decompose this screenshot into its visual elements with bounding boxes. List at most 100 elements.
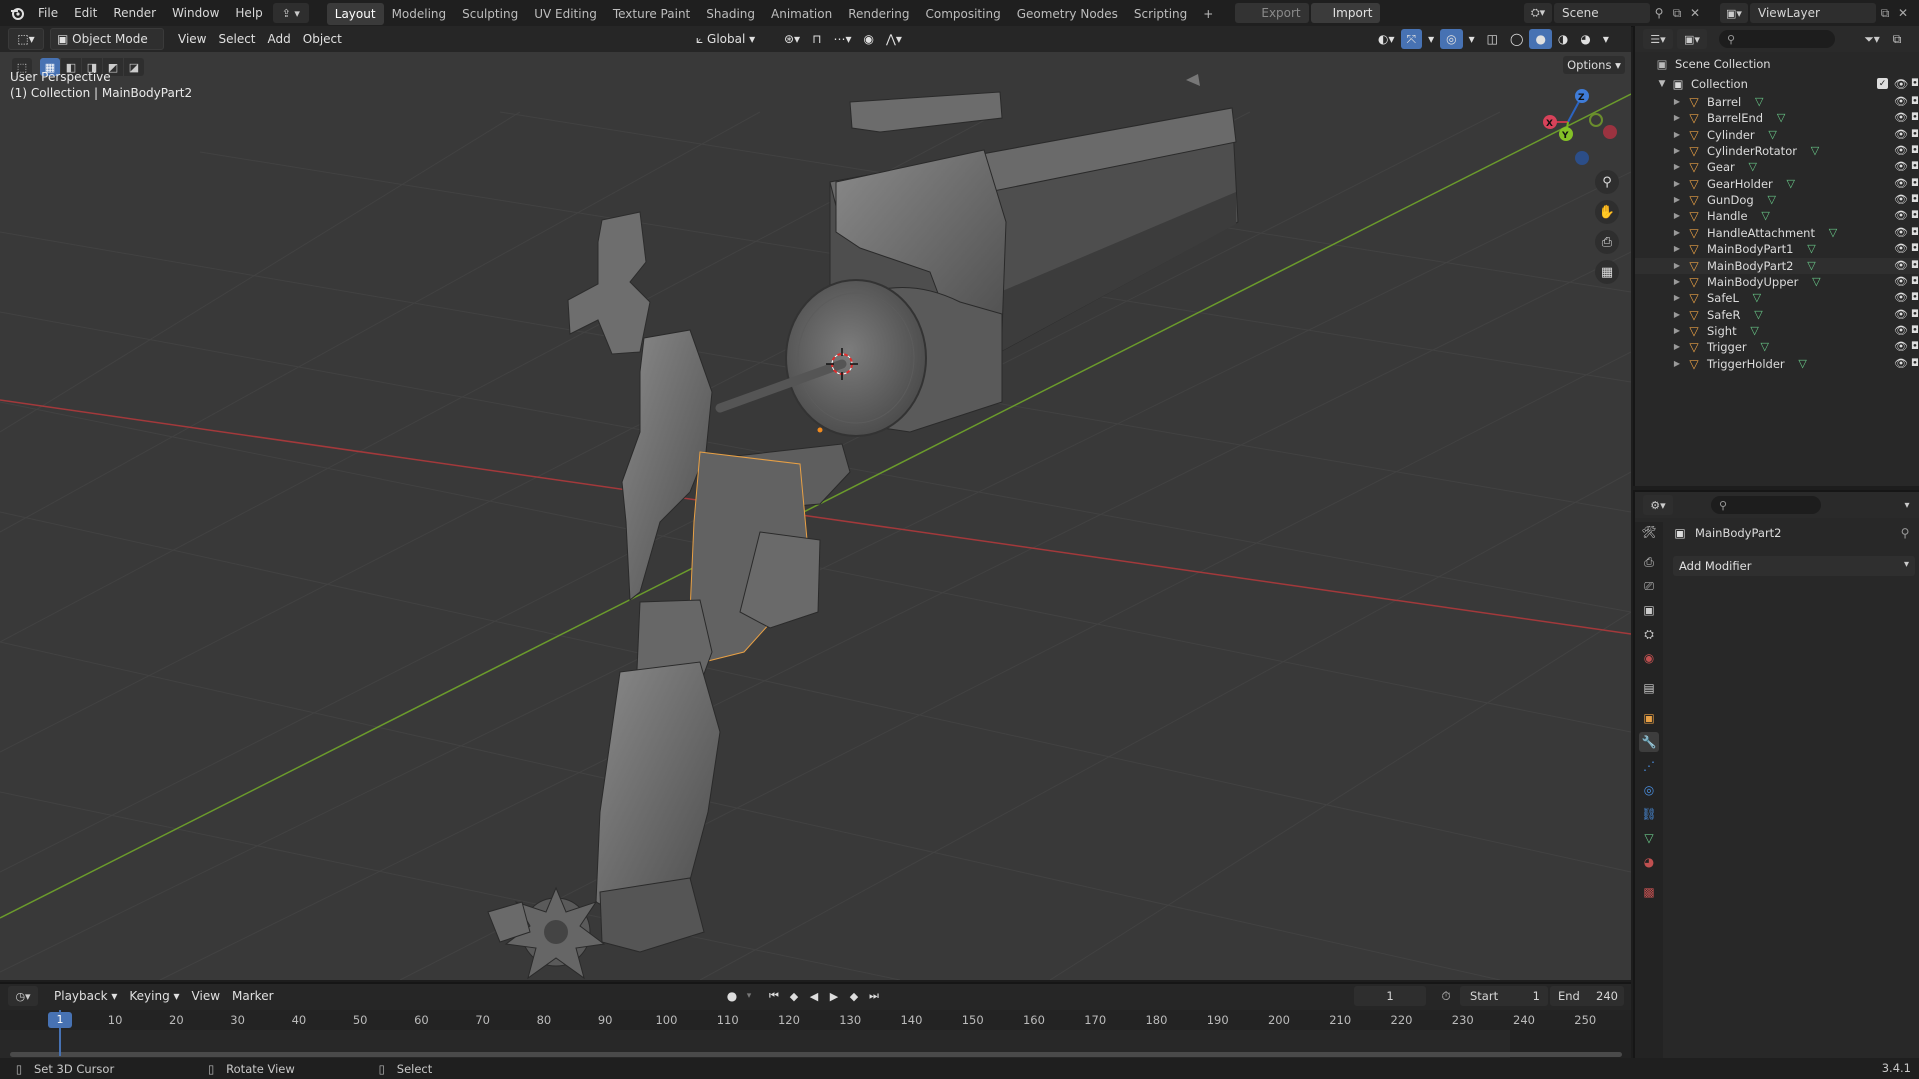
revolver-model[interactable] [487,74,1239,980]
physics-tab-icon[interactable]: ◎ [1639,780,1659,800]
timeline-scrollbar[interactable] [10,1052,1622,1057]
rendered-shading-icon[interactable]: ◕ [1574,29,1596,49]
start-frame-field[interactable]: Start 1 [1460,986,1548,1006]
menu-view[interactable]: View [172,29,212,49]
tool-tab-icon[interactable]: 🛠 [1639,522,1659,542]
render-camera-icon[interactable]: ◘ [1909,339,1919,355]
properties-options-icon[interactable]: ▾ [1899,495,1915,515]
blender-logo-icon[interactable] [4,0,30,26]
render-camera-icon[interactable]: ◘ [1909,290,1919,306]
visibility-eye-icon[interactable]: 👁 [1893,290,1909,306]
pivot-point-icon[interactable]: ⊛▾ [778,29,806,49]
tab-geometry-nodes[interactable]: Geometry Nodes [1009,3,1126,25]
next-keyframe-icon[interactable]: ◆ [844,986,864,1006]
render-camera-icon[interactable]: ◘ [1909,356,1919,372]
render-camera-icon[interactable]: ◘ [1909,192,1919,208]
tab-layout[interactable]: Layout [326,3,384,25]
current-frame-field[interactable]: 1 [1354,986,1426,1006]
render-camera-icon[interactable]: ◘ [1909,159,1919,175]
timeline-editor-icon[interactable]: ◷▾ [8,986,38,1006]
expand-arrow-icon[interactable]: ▶ [1673,225,1681,241]
visibility-eye-icon[interactable]: 👁 [1893,225,1909,241]
properties-editor-icon[interactable]: ⚙▾ [1643,495,1673,515]
collection-visibility-icon[interactable]: 👁 [1893,74,1909,94]
outliner-editor-icon[interactable]: ☰▾ [1643,29,1673,49]
visibility-eye-icon[interactable]: 👁 [1893,339,1909,355]
tab-compositing[interactable]: Compositing [917,3,1008,25]
visibility-eye-icon[interactable]: 👁 [1893,192,1909,208]
orientation-dropdown[interactable]: ⟀ Global ▾ [690,29,772,49]
viewport-canvas[interactable]: Z X Y [0,52,1631,980]
import-button[interactable]: Import [1310,3,1381,23]
add-modifier-dropdown[interactable]: Add Modifier ▾ [1673,556,1915,576]
menu-edit[interactable]: Edit [66,0,105,26]
material-shading-icon[interactable]: ◑ [1552,29,1574,49]
outliner-item-handle[interactable]: ▶ ▽ Handle ▽ 👁 ◘ [1635,208,1919,224]
visibility-eye-icon[interactable]: 👁 [1893,307,1909,323]
outliner-item-mainbodyupper[interactable]: ▶ ▽ MainBodyUpper ▽ 👁 ◘ [1635,274,1919,290]
data-tab-icon[interactable]: ▽ [1639,828,1659,848]
collection-tab-icon[interactable]: ▤ [1639,678,1659,698]
select-intersect-icon[interactable]: ◪ [124,58,144,76]
menu-file[interactable]: File [30,0,66,26]
visibility-eye-icon[interactable]: 👁 [1893,94,1909,110]
shading-dropdown-icon[interactable]: ▾ [1597,29,1615,49]
display-mode-icon[interactable]: ▣▾ [1677,29,1707,49]
cylinder-face[interactable] [785,279,927,437]
expand-arrow-icon[interactable]: ▶ [1673,274,1681,290]
outliner-search-input[interactable]: ⚲ [1719,30,1835,48]
render-camera-icon[interactable]: ◘ [1909,323,1919,339]
filter-icon[interactable]: ⏷▾ [1857,29,1887,49]
gizmo-neg-y[interactable] [1589,113,1603,127]
view-layer-tab-icon[interactable]: ▣ [1639,600,1659,620]
collection-checkbox[interactable]: ✓ [1877,78,1888,89]
handle-attachment-mesh[interactable] [599,877,705,953]
outliner-item-handleattachment[interactable]: ▶ ▽ HandleAttachment ▽ 👁 ◘ [1635,225,1919,241]
tab-uv-editing[interactable]: UV Editing [526,3,605,25]
object-tab-icon[interactable]: ▣ [1639,708,1659,728]
play-reverse-icon[interactable]: ◀ [804,986,824,1006]
snap-target-icon[interactable]: ⋯▾ [827,29,857,49]
tab-sculpting[interactable]: Sculpting [454,3,526,25]
new-collection-icon[interactable]: ⧉ [1887,29,1907,49]
render-camera-icon[interactable]: ◘ [1909,241,1919,257]
pin-icon[interactable]: ⚲ [1650,3,1668,23]
expand-arrow-icon[interactable]: ▶ [1673,143,1681,159]
visibility-eye-icon[interactable]: 👁 [1893,356,1909,372]
prev-keyframe-icon[interactable]: ◆ [784,986,804,1006]
tab-modeling[interactable]: Modeling [384,3,455,25]
editor-type-icon[interactable]: ⬚▾ [8,28,44,50]
gizmo-neg-x[interactable] [1603,125,1617,139]
jump-start-icon[interactable]: ⏮ [764,986,784,1006]
collection-render-icon[interactable]: ◘ [1909,74,1919,94]
scene-tab-icon[interactable]: ⛭ [1639,624,1659,644]
gizmo-toggle-icon[interactable]: ⤧ [1400,29,1423,49]
visibility-eye-icon[interactable]: 👁 [1893,143,1909,159]
gizmo-neg-z[interactable] [1575,151,1589,165]
ortho-toggle-icon[interactable]: ▦ [1595,260,1619,284]
expand-arrow-icon[interactable]: ▶ [1673,258,1681,274]
zoom-icon[interactable]: ⚲ [1595,170,1619,194]
expand-arrow-icon[interactable]: ▶ [1673,356,1681,372]
particles-tab-icon[interactable]: ⋰ [1639,756,1659,776]
material-tab-icon[interactable]: ◕ [1639,852,1659,872]
visibility-eye-icon[interactable]: 👁 [1893,159,1909,175]
pan-hand-icon[interactable]: ✋ [1595,200,1619,224]
record-options-icon[interactable]: ▾ [742,986,756,1006]
outliner-item-barrel[interactable]: ▶ ▽ Barrel ▽ 👁 ◘ [1635,94,1919,110]
sight-mesh[interactable] [849,91,1003,133]
menu-object[interactable]: Object [297,29,348,49]
falloff-icon[interactable]: ⋀▾ [880,29,908,49]
record-icon[interactable]: ● [722,986,742,1006]
outliner-item-gear[interactable]: ▶ ▽ Gear ▽ 👁 ◘ [1635,159,1919,175]
render-camera-icon[interactable]: ◘ [1909,110,1919,126]
render-camera-icon[interactable]: ◘ [1909,94,1919,110]
expand-arrow-icon[interactable]: ▶ [1673,94,1681,110]
end-frame-field[interactable]: End 240 [1550,986,1624,1006]
outliner-item-barrelend[interactable]: ▶ ▽ BarrelEnd ▽ 👁 ◘ [1635,110,1919,126]
overlay-toggle-icon[interactable]: ◎ [1440,29,1463,49]
menu-select[interactable]: Select [212,29,261,49]
visibility-eye-icon[interactable]: 👁 [1893,176,1909,192]
render-tab-icon[interactable]: ⎙ [1639,552,1659,572]
tab-rendering[interactable]: Rendering [840,3,917,25]
